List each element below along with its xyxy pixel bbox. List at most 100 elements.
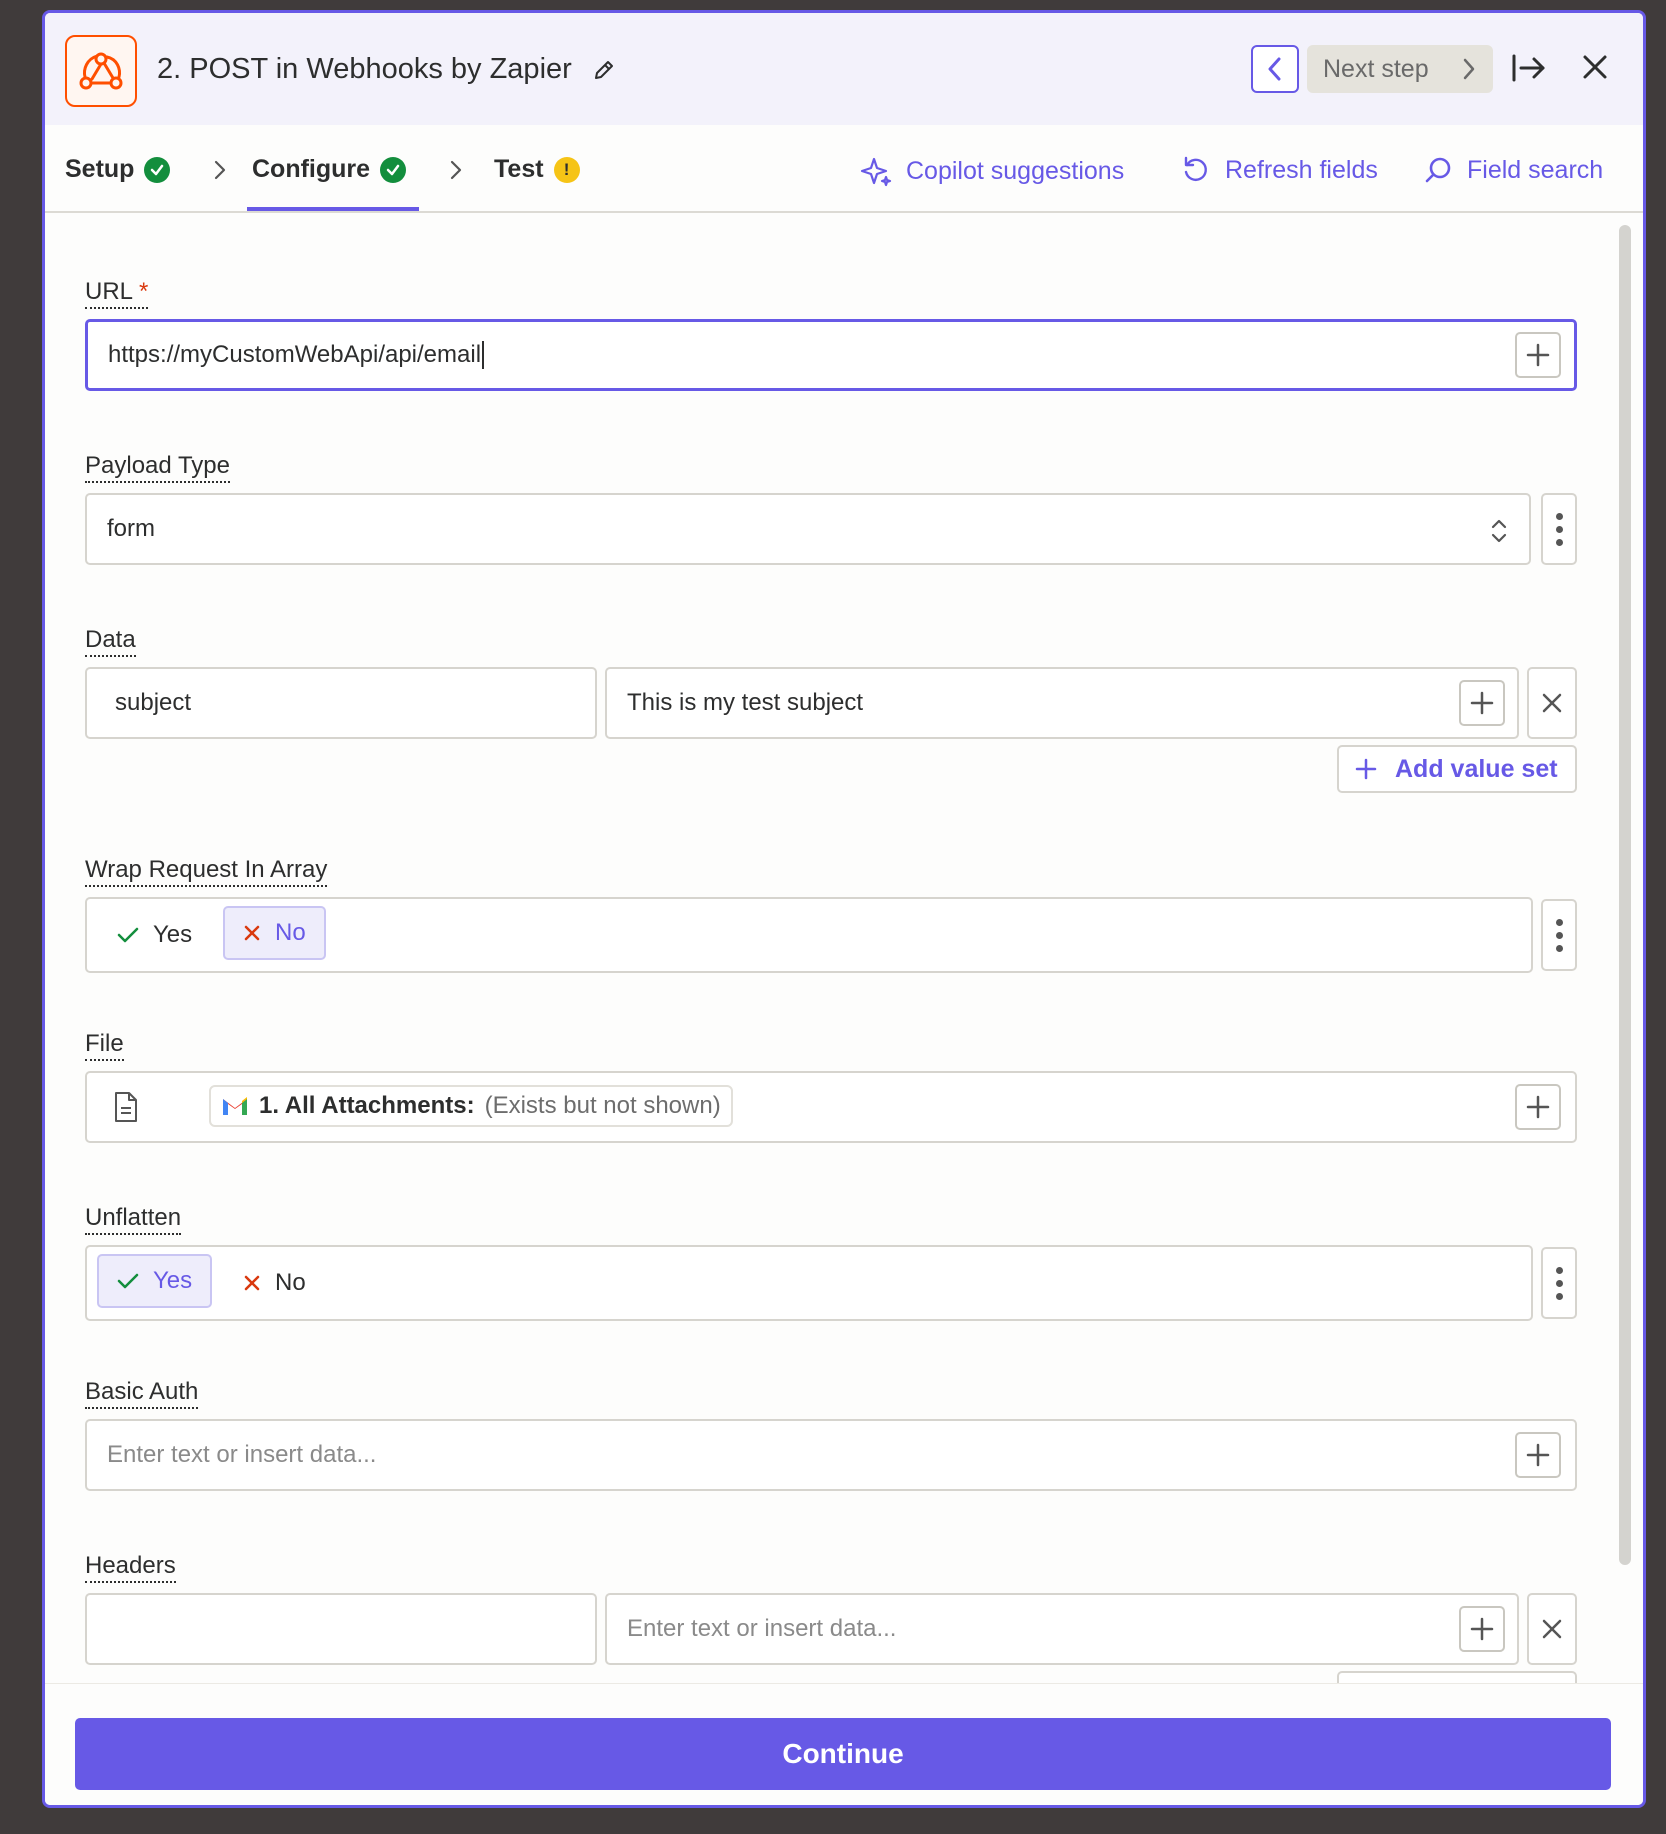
data-value-input[interactable]: This is my test subject [605, 667, 1519, 739]
insert-data-button[interactable] [1459, 1606, 1505, 1652]
chevron-left-icon [1268, 57, 1281, 81]
scrollbar[interactable] [1619, 225, 1631, 1565]
close-icon[interactable] [1581, 53, 1609, 86]
payload-type-select[interactable]: form [85, 493, 1531, 565]
option-label: No [275, 1269, 306, 1296]
next-step-button[interactable]: Next step [1307, 45, 1493, 93]
plus-icon [1526, 1095, 1550, 1119]
plus-icon [1470, 691, 1494, 715]
insert-data-button[interactable] [1459, 680, 1505, 726]
insert-data-button[interactable] [1515, 1084, 1561, 1130]
wrap-request-no-option[interactable]: No [223, 906, 326, 960]
check-circle-icon [380, 156, 407, 183]
tab-label: Setup [65, 155, 135, 183]
step-editor-panel: 2. POST in Webhooks by Zapier Next step … [42, 10, 1646, 1808]
insert-data-button[interactable] [1515, 332, 1561, 378]
close-icon [1542, 693, 1562, 713]
search-icon [1425, 157, 1451, 183]
unflatten-toggle-group: Yes No [85, 1245, 1533, 1321]
collapse-panel-icon[interactable] [1511, 53, 1547, 88]
unflatten-yes-option[interactable]: Yes [97, 1254, 213, 1308]
data-pill[interactable]: 1. All Attachments: (Exists but not show… [209, 1085, 733, 1127]
wrap-request-toggle-group: Yes No [85, 897, 1533, 973]
wrap-request-label: Wrap Request In Array [85, 857, 328, 887]
option-label: Yes [153, 1267, 193, 1294]
headers-label: Headers [85, 1553, 176, 1583]
panel-footer: Continue [45, 1683, 1643, 1805]
close-icon [1542, 1619, 1562, 1639]
next-step-label: Next step [1323, 54, 1429, 83]
required-mark: * [139, 278, 149, 305]
url-value: https://myCustomWebApi/api/email [108, 341, 482, 368]
chevron-right-icon [449, 159, 463, 186]
tab-label: Configure [252, 155, 371, 183]
fields-form: URL * https://myCustomWebApi/api/email Pa… [45, 215, 1613, 1683]
data-value-text: This is my test subject [627, 689, 864, 716]
url-input[interactable]: https://myCustomWebApi/api/email [85, 319, 1577, 391]
wrap-request-yes-option[interactable]: Yes [99, 908, 210, 962]
refresh-label: Refresh fields [1225, 155, 1378, 184]
refresh-fields-button[interactable]: Refresh fields [1181, 155, 1378, 185]
field-options-button[interactable] [1541, 493, 1577, 565]
unflatten-label: Unflatten [85, 1205, 182, 1235]
field-search-label: Field search [1467, 155, 1604, 184]
data-key-value: subject [115, 689, 192, 716]
remove-value-set-button[interactable] [1527, 1593, 1577, 1665]
more-vertical-icon [1555, 1266, 1563, 1300]
active-tab-indicator [247, 207, 419, 211]
more-vertical-icon [1555, 918, 1563, 952]
basic-auth-placeholder: Enter text or insert data... [107, 1441, 377, 1468]
payload-type-label: Payload Type [85, 453, 230, 483]
data-key-input[interactable]: subject [85, 667, 597, 739]
chevron-right-icon [1463, 58, 1475, 80]
continue-button[interactable]: Continue [75, 1718, 1611, 1790]
field-options-button[interactable] [1541, 1247, 1577, 1319]
check-icon [117, 927, 139, 943]
gmail-icon [223, 1097, 247, 1115]
tab-configure[interactable]: Configure [252, 155, 407, 184]
warning-icon: ! [553, 156, 580, 183]
tab-setup[interactable]: Setup [65, 155, 171, 184]
text-cursor [482, 341, 485, 369]
copilot-label: Copilot suggestions [906, 156, 1125, 185]
basic-auth-input[interactable]: Enter text or insert data... [85, 1419, 1577, 1491]
pill-note: (Exists but not shown) [484, 1092, 721, 1119]
unflatten-no-option[interactable]: No [225, 1256, 324, 1310]
pencil-edit-icon[interactable] [592, 58, 616, 87]
file-icon [115, 1092, 137, 1122]
tab-label: Test [494, 155, 544, 183]
previous-step-button[interactable] [1251, 45, 1299, 93]
file-label: File [85, 1031, 124, 1061]
add-value-set-button-partial[interactable] [1337, 1671, 1577, 1683]
webhooks-app-icon [65, 35, 137, 107]
x-icon [244, 1275, 260, 1291]
step-title: 2. POST in Webhooks by Zapier [157, 53, 572, 85]
data-label: Data [85, 627, 136, 657]
more-vertical-icon [1555, 512, 1563, 546]
payload-type-value: form [107, 515, 155, 542]
insert-data-button[interactable] [1515, 1432, 1561, 1478]
refresh-icon [1184, 156, 1207, 181]
option-label: Yes [153, 921, 193, 948]
field-search-button[interactable]: Field search [1423, 155, 1603, 185]
field-options-button[interactable] [1541, 899, 1577, 971]
url-label: URL * [85, 278, 149, 309]
headers-value-input[interactable]: Enter text or insert data... [605, 1593, 1519, 1665]
panel-header: 2. POST in Webhooks by Zapier Next step [45, 13, 1643, 125]
plus-icon [1470, 1617, 1494, 1641]
remove-value-set-button[interactable] [1527, 667, 1577, 739]
headers-key-input[interactable] [85, 1593, 597, 1665]
x-icon [244, 925, 260, 941]
chevron-right-icon [213, 159, 227, 186]
file-input[interactable]: 1. All Attachments: (Exists but not show… [85, 1071, 1577, 1143]
step-tabs: Setup Configure Test ! Copilot suggestio… [45, 125, 1643, 213]
tab-test[interactable]: Test ! [494, 155, 580, 184]
copilot-suggestions-button[interactable]: Copilot suggestions [860, 155, 1124, 187]
add-value-set-button[interactable]: Add value set [1337, 745, 1577, 793]
plus-icon [1355, 758, 1377, 780]
option-label: No [275, 919, 306, 946]
sparkle-icon [860, 157, 892, 187]
headers-value-placeholder: Enter text or insert data... [627, 1615, 897, 1642]
plus-icon [1526, 1443, 1550, 1467]
select-arrows-icon [1491, 519, 1507, 543]
